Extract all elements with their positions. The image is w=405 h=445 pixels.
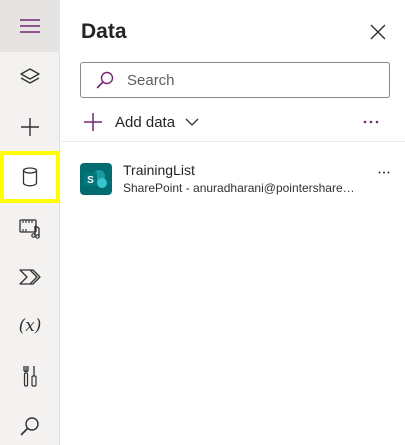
divider (61, 141, 405, 142)
media-button[interactable] (0, 203, 60, 253)
sharepoint-icon: S (80, 163, 112, 195)
search-icon (20, 417, 39, 436)
search-input[interactable] (127, 71, 377, 89)
advanced-tools-button[interactable] (0, 351, 60, 401)
panel-title: Data (81, 20, 127, 43)
media-icon (19, 219, 40, 239)
search-box[interactable] (80, 62, 390, 98)
power-automate-button[interactable] (0, 252, 60, 302)
more-options-button[interactable] (359, 110, 383, 134)
data-source-item[interactable]: S TrainingList SharePoint - anuradharani… (61, 152, 405, 204)
add-data-label: Add data (115, 113, 176, 131)
data-panel: Data Add data (61, 0, 405, 445)
variables-button[interactable]: (x) (0, 301, 60, 351)
hamburger-menu-button[interactable] (0, 0, 60, 52)
search-rail-button[interactable] (0, 401, 60, 445)
database-icon (22, 167, 38, 187)
plus-icon (84, 113, 102, 131)
tree-view-button[interactable] (0, 52, 60, 102)
chevron-down-icon (185, 118, 199, 126)
more-icon (363, 120, 379, 124)
close-button[interactable] (366, 20, 390, 44)
data-button[interactable] (0, 151, 60, 203)
data-source-subtitle: SharePoint - anuradharani@pointersharepo… (123, 181, 359, 195)
svg-text:S: S (87, 175, 94, 186)
search-icon (95, 70, 115, 90)
variables-icon: (x) (18, 316, 42, 336)
left-nav-rail: (x) (0, 0, 60, 445)
insert-button[interactable] (0, 102, 60, 152)
power-automate-icon (19, 269, 41, 285)
data-source-more-button[interactable] (373, 164, 395, 180)
more-icon (378, 171, 390, 173)
add-data-button[interactable]: Add data (83, 109, 199, 135)
hamburger-icon (20, 19, 40, 33)
close-icon (370, 24, 386, 40)
plus-icon (21, 118, 39, 136)
layers-icon (20, 68, 40, 84)
tools-icon (23, 366, 37, 387)
data-source-name: TrainingList (123, 162, 195, 178)
